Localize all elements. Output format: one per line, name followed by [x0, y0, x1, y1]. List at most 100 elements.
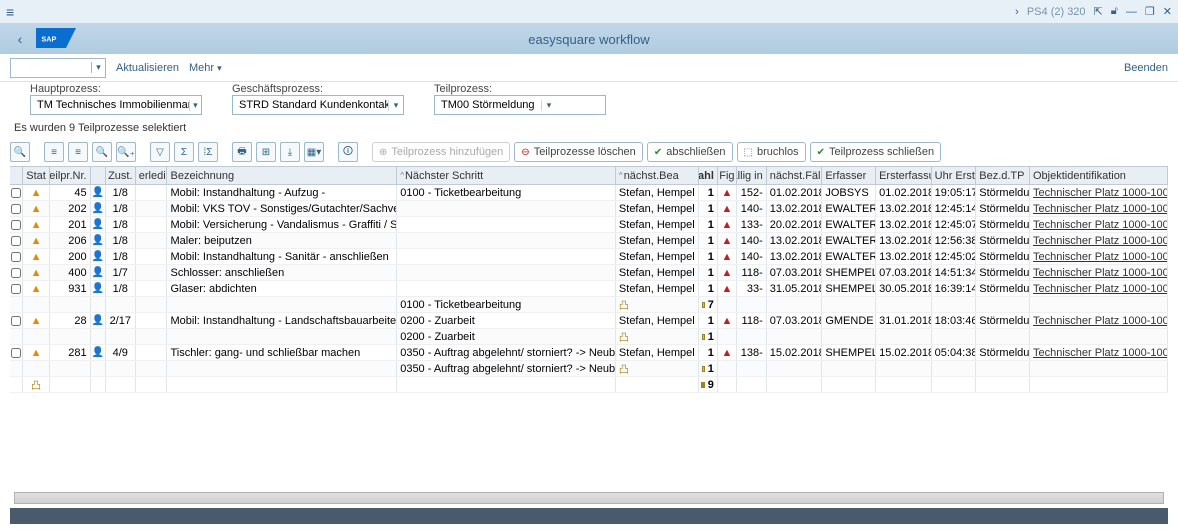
cell-obj[interactable]: Technischer Platz 1000-10024 [1030, 249, 1168, 264]
command-input[interactable] [11, 59, 91, 77]
col-select[interactable] [10, 167, 23, 184]
cell-ns [397, 281, 616, 296]
cell-obj[interactable]: Technischer Platz 1000-10024 [1030, 217, 1168, 232]
cell-erf: EWALTER [822, 249, 876, 264]
col-faellig-in[interactable]: Fällig in [737, 167, 767, 184]
cell-obj[interactable]: Technischer Platz 1000-10081 [1030, 265, 1168, 280]
cell-nf: 20.02.2018 [767, 217, 823, 232]
horizontal-scrollbar[interactable] [14, 492, 1164, 504]
table-row[interactable]: ▲281👤4/9Tischler: gang- und schließbar m… [10, 345, 1168, 361]
chevron-down-icon[interactable]: ▾ [91, 62, 105, 73]
geschaeftsprozess-select[interactable]: STRD Standard Kundenkontakt▾ [232, 95, 404, 115]
col-naechst-faellig[interactable]: nächst.Fälligk. [767, 167, 823, 184]
row-checkbox[interactable] [10, 345, 23, 360]
cell-uhr: 12:45:14 [932, 201, 977, 216]
table-row[interactable]: ▲45👤1/8Mobil: Instandhaltung - Aufzug -0… [10, 185, 1168, 201]
cell-ns [397, 249, 616, 264]
row-checkbox[interactable] [10, 249, 23, 264]
cell-obj[interactable]: Technischer Platz 1000-10001 [1030, 201, 1168, 216]
person-icon: 👤 [91, 345, 106, 360]
bruchlos-button[interactable]: ⬚bruchlos [737, 142, 806, 162]
col-fig[interactable]: Fig [718, 167, 737, 184]
delete-process-button[interactable]: ⊖Teilprozesse löschen [514, 142, 643, 162]
col-bezeichnung[interactable]: Bezeichnung [167, 167, 397, 184]
cell-obj[interactable]: Technischer Platz 1000-10003 [1030, 281, 1168, 296]
settings-icon[interactable]: ▦▾ [304, 142, 324, 162]
sap-logo: SAP [36, 28, 76, 51]
layout-icon[interactable]: ⊞ [256, 142, 276, 162]
table-row[interactable]: ▲28👤2/17Mobil: Instandhaltung - Landscha… [10, 313, 1168, 329]
hauptprozess-select[interactable]: TM Technisches Immobilienmanageme..▾ [30, 95, 202, 115]
cell-eerf: 13.02.2018 [876, 249, 932, 264]
info-icon[interactable]: 🛈 [338, 142, 358, 162]
restore-icon[interactable]: ❐ [1145, 5, 1155, 18]
find-next-icon[interactable]: 🔍₊ [116, 142, 136, 162]
command-field[interactable]: ▾ [10, 58, 106, 78]
row-checkbox[interactable] [10, 201, 23, 216]
cell-bez: Glaser: abdichten [167, 281, 397, 296]
schliessen-button[interactable]: ✔Teilprozess schließen [810, 142, 942, 162]
table-row[interactable]: ▲931👤1/8Glaser: abdichtenStefan, Hempel1… [10, 281, 1168, 297]
table-row[interactable]: 0100 - Ticketbearbeitung凸 7 [10, 297, 1168, 313]
col-naechst-bea[interactable]: ^nächst.Bea [616, 167, 699, 184]
more-menu[interactable]: Mehr ▾ [189, 62, 222, 74]
sort-desc-icon[interactable]: ≡ [68, 142, 88, 162]
col-user[interactable] [91, 167, 106, 184]
row-checkbox[interactable] [10, 281, 23, 296]
col-ersterfassung[interactable]: Ersterfassung [876, 167, 932, 184]
table-row[interactable]: 0200 - Zuarbeit凸 1 [10, 329, 1168, 345]
cell-obj[interactable]: Technischer Platz 1000-10001 [1030, 313, 1168, 328]
person-icon: 👤 [91, 217, 106, 232]
col-uhr-erst[interactable]: Uhr Erst [932, 167, 977, 184]
chevron-down-icon[interactable]: ▾ [189, 100, 201, 111]
col-erfasser[interactable]: Erfasser [822, 167, 876, 184]
refresh-button[interactable]: Aktualisieren [116, 62, 179, 74]
print-icon[interactable]: 🖶 [232, 142, 252, 162]
row-checkbox[interactable] [10, 233, 23, 248]
detail-icon[interactable]: 🔍 [10, 142, 30, 162]
back-button[interactable]: ‹ [8, 27, 32, 51]
col-objektid[interactable]: Objektidentifikation [1030, 167, 1168, 184]
col-teilprnr[interactable]: Teilpr.Nr. [50, 167, 91, 184]
table-row[interactable]: 凸 9 [10, 377, 1168, 393]
table-row[interactable]: ▲201👤1/8Mobil: Versicherung - Vandalismu… [10, 217, 1168, 233]
col-stat[interactable]: Stat [23, 167, 49, 184]
chevron-right-icon[interactable]: › [1015, 6, 1019, 18]
table-row[interactable]: ▲400👤1/7Schlosser: anschließenStefan, He… [10, 265, 1168, 281]
table-row[interactable]: 0350 - Auftrag abgelehnt/ storniert? -> … [10, 361, 1168, 377]
table-row[interactable]: ▲206👤1/8Maler: beiputzenStefan, Hempel1▲… [10, 233, 1168, 249]
cell-obj[interactable]: Technischer Platz 1000-10034 [1030, 185, 1168, 200]
cell-bez: Mobil: VKS TOV - Sonstiges/Gutachter/Sac… [167, 201, 397, 216]
table-row[interactable]: ▲200👤1/8Mobil: Instandhaltung - Sanitär … [10, 249, 1168, 265]
close-process-button[interactable]: ✔abschließen [647, 142, 733, 162]
col-erledigt[interactable]: erledigt [136, 167, 168, 184]
chevron-down-icon[interactable]: ▾ [541, 100, 557, 111]
menu-icon[interactable]: ≡ [6, 4, 14, 20]
chevron-down-icon[interactable]: ▾ [388, 100, 403, 111]
cell-obj[interactable]: Technischer Platz 1000-10003 [1030, 345, 1168, 360]
cell-erf: SHEMPEL [822, 281, 876, 296]
col-naechster-schritt[interactable]: ^Nächster Schritt [397, 167, 616, 184]
unlock-icon[interactable]: 🔓︎ [1111, 5, 1118, 18]
minimize-icon[interactable]: — [1126, 6, 1137, 18]
row-checkbox[interactable] [10, 313, 23, 328]
subtotal-icon[interactable]: ⁞Σ [198, 142, 218, 162]
subtotal-anz: 1 [699, 329, 718, 344]
row-checkbox[interactable] [10, 265, 23, 280]
col-zust[interactable]: Zust. [106, 167, 136, 184]
export-icon[interactable]: ⇱ [1094, 5, 1103, 18]
row-checkbox[interactable] [10, 217, 23, 232]
sort-asc-icon[interactable]: ≡ [44, 142, 64, 162]
table-row[interactable]: ▲202👤1/8Mobil: VKS TOV - Sonstiges/Gutac… [10, 201, 1168, 217]
col-bez-tp[interactable]: Bez.d.TP [976, 167, 1030, 184]
export-icon[interactable]: ⤓ [280, 142, 300, 162]
row-checkbox[interactable] [10, 185, 23, 200]
close-icon[interactable]: ✕ [1163, 5, 1172, 18]
end-button[interactable]: Beenden [1124, 62, 1168, 74]
col-anzahl[interactable]: ΣAnzahl [699, 167, 718, 184]
find-icon[interactable]: 🔍 [92, 142, 112, 162]
teilprozess-select[interactable]: TM00 Störmeldung▾ [434, 95, 606, 115]
cell-obj[interactable]: Technischer Platz 1000-10081 [1030, 233, 1168, 248]
filter-icon[interactable]: ▽ [150, 142, 170, 162]
sum-icon[interactable]: Σ [174, 142, 194, 162]
